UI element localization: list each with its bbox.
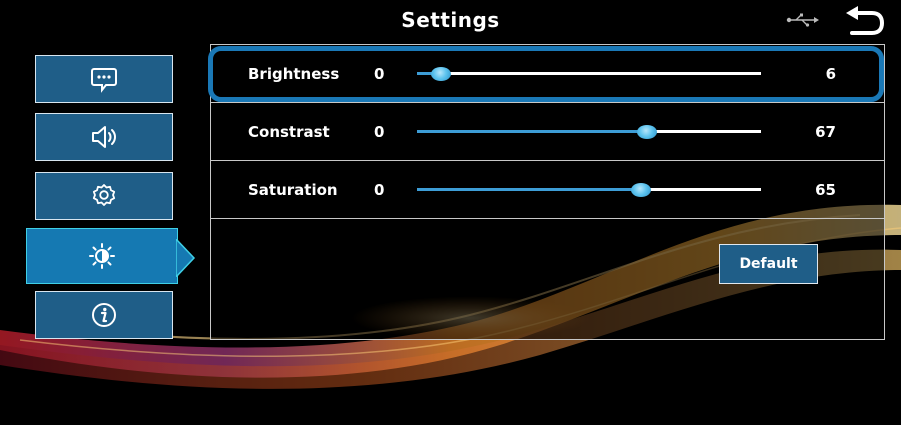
brightness-icon xyxy=(89,243,115,269)
settings-screen: Settings Brightness 0 6 Constrast 0 67 S… xyxy=(0,0,901,425)
saturation-slider[interactable] xyxy=(417,182,761,197)
saturation-value: 65 xyxy=(815,180,836,199)
selected-row-highlight xyxy=(208,46,884,102)
sidebar-item-general[interactable] xyxy=(35,172,173,220)
gear-icon xyxy=(92,184,116,206)
sidebar-item-display[interactable] xyxy=(26,228,178,284)
saturation-row: Saturation 0 65 xyxy=(211,161,884,219)
speaker-icon xyxy=(92,126,116,148)
sidebar-item-about[interactable] xyxy=(35,291,173,339)
contrast-slider-thumb[interactable] xyxy=(637,124,658,139)
active-indicator-arrow xyxy=(176,239,196,277)
contrast-label: Constrast xyxy=(248,122,330,141)
chat-bubble-icon xyxy=(91,68,117,93)
sidebar-item-sound[interactable] xyxy=(35,113,173,161)
saturation-label: Saturation xyxy=(248,180,338,199)
contrast-min: 0 xyxy=(374,122,385,141)
page-title: Settings xyxy=(401,8,500,32)
contrast-slider-fill xyxy=(417,130,648,133)
usb-icon xyxy=(786,13,819,27)
sidebar-item-messages[interactable] xyxy=(35,55,173,103)
default-button[interactable]: Default xyxy=(719,244,818,284)
contrast-value: 67 xyxy=(815,122,836,141)
back-arrow-icon[interactable] xyxy=(842,5,886,37)
contrast-row: Constrast 0 67 xyxy=(211,103,884,161)
info-icon xyxy=(92,303,116,327)
saturation-min: 0 xyxy=(374,180,385,199)
saturation-slider-fill xyxy=(417,188,641,191)
contrast-slider[interactable] xyxy=(417,124,761,139)
saturation-slider-thumb[interactable] xyxy=(630,182,651,197)
